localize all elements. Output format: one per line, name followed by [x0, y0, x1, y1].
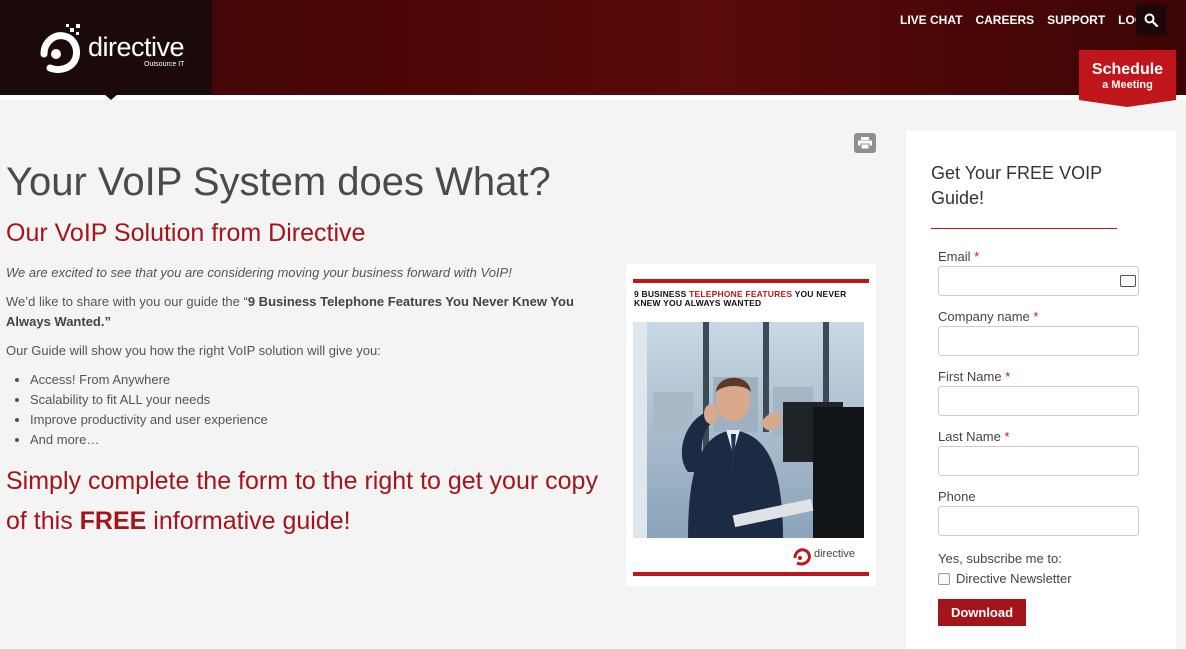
- print-button[interactable]: [854, 133, 876, 153]
- contact-card-icon[interactable]: [1120, 275, 1136, 287]
- newsletter-checkbox[interactable]: [938, 573, 950, 585]
- required-mark: *: [1004, 429, 1010, 444]
- guide-cover-image: 9 BUSINESS TELEPHONE FEATURES YOU NEVER …: [626, 264, 876, 586]
- search-icon: [1144, 13, 1158, 27]
- required-mark: *: [1005, 369, 1011, 384]
- cover-bottom-bar: [633, 572, 869, 576]
- company-label: Company name *: [938, 309, 1038, 324]
- form-title-rule: [931, 228, 1117, 229]
- page-title: Your VoIP System does What?: [6, 160, 551, 204]
- first-name-label-text: First Name: [938, 369, 1002, 384]
- company-name-field[interactable]: [938, 326, 1139, 356]
- header-divider: [0, 95, 1186, 100]
- schedule-meeting-button[interactable]: Schedule a Meeting: [1079, 50, 1176, 100]
- first-name-label: First Name *: [938, 369, 1010, 384]
- printer-icon: [858, 137, 872, 149]
- schedule-tip: [1079, 100, 1176, 107]
- page-subtitle: Our VoIP Solution from Directive: [6, 219, 366, 247]
- email-field[interactable]: [938, 266, 1139, 296]
- required-mark: *: [1033, 309, 1039, 324]
- list-item: And more…: [30, 430, 268, 450]
- cta-free: FREE: [79, 507, 147, 535]
- nav-support[interactable]: SUPPORT: [1047, 13, 1105, 27]
- download-button[interactable]: Download: [938, 599, 1026, 626]
- company-label-text: Company name: [938, 309, 1030, 324]
- list-item: Access! From Anywhere: [30, 370, 268, 390]
- top-nav: LIVE CHAT CAREERS SUPPORT LOGIN: [900, 13, 1169, 27]
- businessman-photo: [633, 322, 864, 538]
- list-item: Scalability to fit ALL your needs: [30, 390, 268, 410]
- list-item: Improve productivity and user experience: [30, 410, 268, 430]
- directive-logo-icon: [793, 548, 811, 566]
- schedule-label: Schedule: [1091, 61, 1164, 78]
- cover-logo: directive: [792, 546, 855, 571]
- first-name-field[interactable]: [938, 386, 1139, 416]
- required-mark: *: [974, 249, 980, 264]
- nav-live-chat[interactable]: LIVE CHAT: [900, 13, 962, 27]
- share-prefix: We’d like to share with you our guide th…: [6, 294, 248, 309]
- last-name-field[interactable]: [938, 446, 1139, 476]
- phone-label: Phone: [938, 489, 976, 504]
- phone-field[interactable]: [938, 506, 1139, 536]
- last-name-label-text: Last Name: [938, 429, 1001, 444]
- email-label: Email *: [938, 249, 979, 264]
- directive-logo-icon: [40, 24, 80, 74]
- cover-title: 9 BUSINESS TELEPHONE FEATURES YOU NEVER …: [634, 290, 868, 308]
- subscribe-label: Yes, subscribe me to:: [938, 551, 1062, 566]
- guide-lead-text: Our Guide will show you how the right Vo…: [6, 343, 381, 358]
- newsletter-label[interactable]: Directive Newsletter: [956, 571, 1072, 586]
- call-to-action: Simply complete the form to the right to…: [6, 461, 606, 541]
- download-form: Get Your FREE VOIP Guide! Email * Compan…: [906, 131, 1176, 649]
- search-button[interactable]: [1136, 5, 1166, 35]
- nav-careers[interactable]: CAREERS: [975, 13, 1034, 27]
- schedule-sublabel: a Meeting: [1102, 79, 1153, 91]
- logo-tagline: Outsource IT: [144, 61, 185, 68]
- last-name-label: Last Name *: [938, 429, 1010, 444]
- cover-logo-text: directive: [814, 548, 855, 560]
- logo-notch: [104, 94, 118, 100]
- benefits-list: Access! From Anywhere Scalability to fit…: [30, 370, 268, 450]
- logo-text: directive: [88, 32, 185, 62]
- logo[interactable]: directive Outsource IT: [0, 0, 212, 95]
- share-text: We’d like to share with you our guide th…: [6, 292, 616, 332]
- cta-suffix: informative guide!: [146, 507, 351, 535]
- intro-text: We are excited to see that you are consi…: [6, 265, 512, 280]
- email-label-text: Email: [938, 249, 971, 264]
- form-title: Get Your FREE VOIP Guide!: [931, 163, 1102, 208]
- cover-top-bar: [633, 279, 869, 283]
